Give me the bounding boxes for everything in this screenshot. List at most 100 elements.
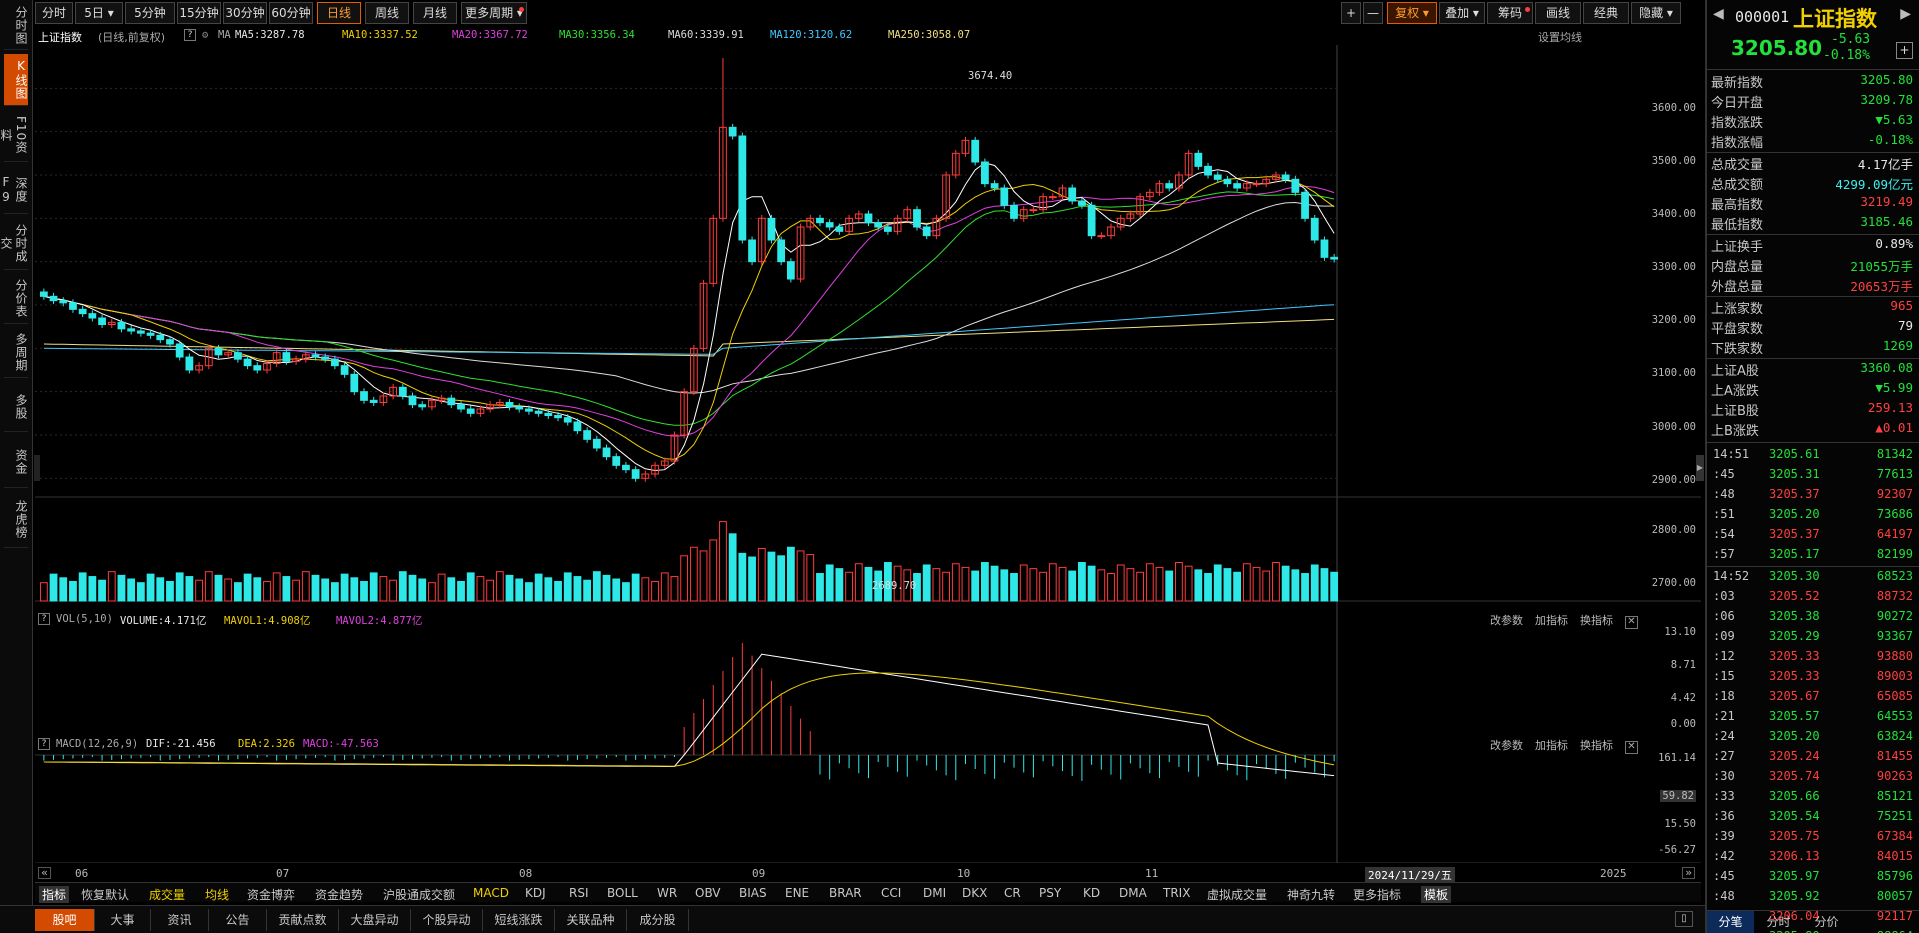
candle-body — [214, 347, 223, 356]
help-icon[interactable]: ? — [38, 613, 50, 625]
period-5min-button[interactable]: 5分钟 — [125, 2, 175, 24]
help-icon[interactable]: ? — [184, 29, 196, 41]
more-periods-button[interactable]: 更多周期 ▾ — [461, 2, 527, 24]
classic-button[interactable]: 经典 — [1583, 2, 1629, 24]
indicator-tab[interactable]: DMI — [923, 886, 946, 900]
close-icon[interactable]: ✕ — [1625, 616, 1638, 629]
tab-short-term[interactable]: 短线涨跌 — [483, 909, 555, 931]
indicator-tab[interactable]: KDJ — [525, 886, 546, 900]
period-weekly-button[interactable]: 周线 — [365, 2, 409, 24]
tab-stock-moves[interactable]: 个股异动 — [411, 909, 483, 931]
tab-announcements[interactable]: 公告 — [209, 909, 267, 931]
indicator-tab[interactable]: 模板 — [1421, 886, 1452, 903]
tab-capital[interactable]: 资金 — [4, 436, 28, 488]
candle-body — [515, 406, 524, 410]
indicator-tab[interactable]: PSY — [1039, 886, 1061, 900]
indicator-tab[interactable]: 成交量 — [149, 886, 185, 903]
restore-rights-button[interactable]: 复权 ▾ — [1387, 2, 1437, 24]
period-15min-button[interactable]: 15分钟 — [177, 2, 221, 24]
left-panel-toggle-handle[interactable] — [34, 455, 40, 481]
collapse-icon[interactable]: ▯ — [1675, 911, 1693, 927]
indicator-tab[interactable]: DKX — [962, 886, 987, 900]
overlay-button[interactable]: 叠加 ▾ — [1439, 2, 1485, 24]
tab-price-dist[interactable]: 分价 — [1803, 911, 1850, 933]
tab-related[interactable]: 关联品种 — [555, 909, 627, 931]
indicator-tab[interactable]: OBV — [695, 886, 721, 900]
macd-tick: -56.27 — [1658, 844, 1696, 856]
period-daily-button[interactable]: 日线 — [317, 2, 361, 24]
tick-time: :36 — [1713, 809, 1735, 823]
chips-button[interactable]: 筹码 — [1487, 2, 1533, 24]
tab-f10[interactable]: F10资料 — [0, 110, 28, 162]
tab-news[interactable]: 资讯 — [151, 909, 209, 931]
tab-dragon-tiger[interactable]: 龙虎榜 — [4, 492, 28, 548]
tab-components[interactable]: 成分股 — [627, 909, 689, 931]
indicator-tab[interactable]: 资金博弈 — [247, 886, 295, 903]
tab-fenshi[interactable]: 分时图 — [4, 2, 28, 50]
tab-depth-f9[interactable]: 深度F9 — [0, 166, 28, 214]
tab-guba[interactable]: 股吧 — [35, 909, 95, 931]
tab-ticks[interactable]: 分笔 — [1707, 911, 1754, 933]
period-5day-button[interactable]: 5日 ▾ — [75, 2, 123, 24]
period-30min-button[interactable]: 30分钟 — [223, 2, 267, 24]
close-icon[interactable]: ✕ — [1625, 741, 1638, 754]
period-fenshi-button[interactable]: 分时 — [35, 2, 73, 24]
scroll-right-icon[interactable]: » — [1682, 867, 1695, 879]
indicator-tab[interactable]: BOLL — [607, 886, 638, 900]
switch-indicator-button[interactable]: 换指标 — [1580, 739, 1613, 752]
tab-contribution[interactable]: 贡献点数 — [267, 909, 339, 931]
tab-time-trades[interactable]: 分时成交 — [0, 218, 28, 270]
indicator-tab[interactable]: BIAS — [739, 886, 767, 900]
indicator-tab[interactable]: 均线 — [205, 886, 229, 903]
scroll-left-icon[interactable]: « — [38, 867, 51, 879]
nav-right-icon[interactable]: ▶ — [1900, 6, 1911, 22]
high-price-label: 3674.40 — [968, 70, 1013, 82]
add-indicator-button[interactable]: 加指标 — [1535, 739, 1568, 752]
indicator-tab[interactable]: TRIX — [1163, 886, 1190, 900]
tab-market-moves[interactable]: 大盘异动 — [339, 909, 411, 931]
tick-price: 3205.92 — [1769, 889, 1820, 903]
tab-timeshare[interactable]: 分时 — [1755, 911, 1802, 933]
indicator-tab[interactable]: MACD — [473, 886, 509, 900]
indicator-tab[interactable]: 沪股通成交额 — [383, 886, 455, 903]
indicator-tab[interactable]: WR — [657, 886, 677, 900]
cursor-date-label: 2024/11/29/五 — [1365, 867, 1455, 883]
indicator-tab[interactable]: CCI — [881, 886, 901, 900]
zoom-out-button[interactable]: — — [1363, 2, 1383, 24]
period-monthly-button[interactable]: 月线 — [413, 2, 457, 24]
nav-left-icon[interactable]: ◀ — [1713, 6, 1724, 22]
tab-multi-stock[interactable]: 多股 — [4, 382, 28, 432]
indicator-tab[interactable]: 资金趋势 — [315, 886, 363, 903]
divider — [1707, 442, 1919, 443]
indicator-tab[interactable]: BRAR — [829, 886, 862, 900]
indicator-tab[interactable]: 更多指标 — [1353, 886, 1401, 903]
indicator-tab[interactable]: DMA — [1119, 886, 1147, 900]
tab-multi-period[interactable]: 多周期 — [4, 328, 28, 378]
draw-line-button[interactable]: 画线 — [1535, 2, 1581, 24]
switch-indicator-button[interactable]: 换指标 — [1580, 614, 1613, 627]
add-indicator-button[interactable]: 加指标 — [1535, 614, 1568, 627]
indicator-tab[interactable]: KD — [1083, 886, 1100, 900]
stat-value: 965 — [1890, 298, 1913, 313]
edit-params-button[interactable]: 改参数 — [1490, 739, 1523, 752]
period-60min-button[interactable]: 60分钟 — [269, 2, 313, 24]
tab-kline[interactable]: K线图 — [4, 54, 28, 106]
add-watchlist-icon[interactable]: + — [1896, 42, 1913, 59]
help-icon[interactable]: ? — [38, 738, 50, 750]
indicator-tab[interactable]: 恢复默认 — [81, 886, 129, 903]
ma-settings-button[interactable]: 设置均线 — [1538, 29, 1582, 45]
tab-events[interactable]: 大事 — [95, 909, 151, 931]
zoom-in-button[interactable]: + — [1341, 2, 1361, 24]
indicator-tab[interactable]: 指标 — [39, 886, 70, 903]
indicator-tab[interactable]: 神奇九转 — [1287, 886, 1335, 903]
tab-price-table[interactable]: 分价表 — [4, 274, 28, 324]
indicator-tab[interactable]: ENE — [785, 886, 809, 900]
panel-toggle-handle[interactable]: ▶ — [1696, 455, 1704, 481]
hide-button[interactable]: 隐藏 ▾ — [1631, 2, 1681, 24]
edit-params-button[interactable]: 改参数 — [1490, 614, 1523, 627]
stat-value: 259.13 — [1867, 400, 1913, 415]
indicator-tab[interactable]: 虚拟成交量 — [1207, 886, 1267, 903]
indicator-tab[interactable]: RSI — [569, 886, 589, 900]
indicator-tab[interactable]: CR — [1004, 886, 1021, 900]
gear-icon[interactable]: ⚙ — [202, 29, 208, 41]
